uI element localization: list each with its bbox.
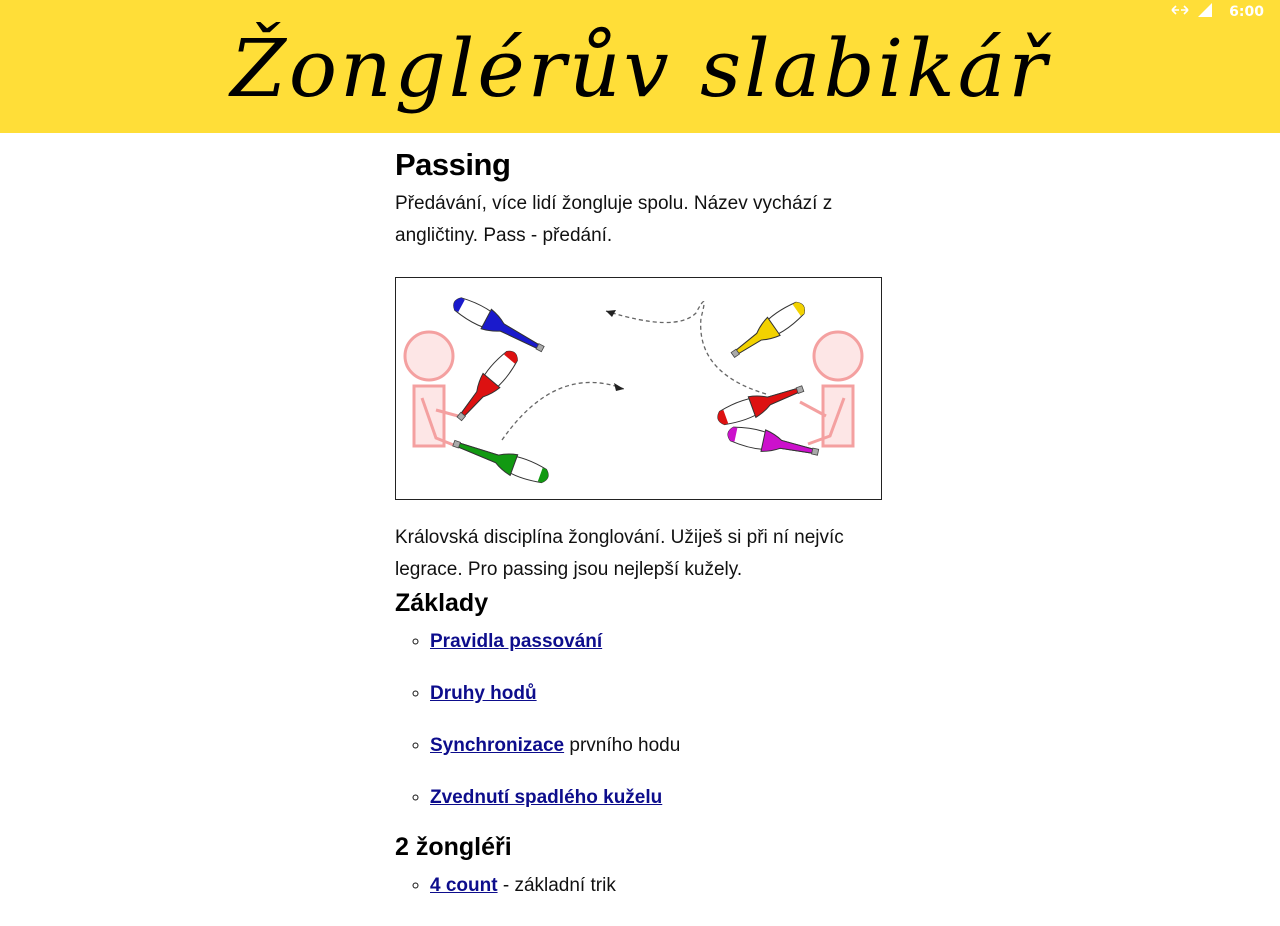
description-text: Královská disciplína žonglování. Užiješ … xyxy=(395,527,844,580)
list-2-zongleri: 4 count - základní trik xyxy=(395,874,882,898)
list-item: Zvednutí spadlého kuželu xyxy=(430,786,882,810)
main-content: Passing Předávání, více lidí žongluje sp… xyxy=(395,133,882,926)
link-4-count[interactable]: 4 count xyxy=(430,875,498,896)
list-zaklady: Pravidla passování Druhy hodů Synchroniz… xyxy=(395,630,882,810)
section-heading-zaklady: Základy xyxy=(395,589,489,617)
passing-illustration xyxy=(395,277,882,500)
list-item: Druhy hodů xyxy=(430,682,882,706)
club-yellow xyxy=(730,301,805,359)
link-pravidla-passovani[interactable]: Pravidla passování xyxy=(430,631,602,652)
section-heading-2-zongleri: 2 žongléři xyxy=(395,833,512,861)
left-juggler-figure xyxy=(403,330,459,448)
list-item-suffix: - základní trik xyxy=(497,875,616,896)
link-zvednuti-spadleho-kuzelu[interactable]: Zvednutí spadlého kuželu xyxy=(430,787,662,808)
club-red-right xyxy=(717,385,805,426)
link-druhy-hodu[interactable]: Druhy hodů xyxy=(430,683,537,704)
throw-path-left xyxy=(501,381,625,441)
list-item: Synchronizace prvního hodu xyxy=(430,734,882,758)
club-red-left xyxy=(456,350,518,422)
page-title: Passing xyxy=(395,147,511,182)
list-item: 4 count - základní trik xyxy=(430,874,882,898)
list-item-suffix: prvního hodu xyxy=(564,735,681,756)
site-header: 6:00 Žonglérův slabikář xyxy=(0,0,1280,133)
link-synchronizace[interactable]: Synchronizace xyxy=(430,735,564,756)
list-item: Pravidla passování xyxy=(430,630,882,654)
two-jugglers-passing-clubs-illustration xyxy=(403,297,864,484)
club-green xyxy=(452,439,549,484)
club-magenta xyxy=(727,426,820,456)
right-juggler-figure xyxy=(799,330,864,448)
site-title[interactable]: Žonglérův slabikář xyxy=(0,14,1280,124)
intro-text: Předávání, více lidí žongluje spolu. Náz… xyxy=(395,193,833,246)
club-blue xyxy=(453,297,545,353)
